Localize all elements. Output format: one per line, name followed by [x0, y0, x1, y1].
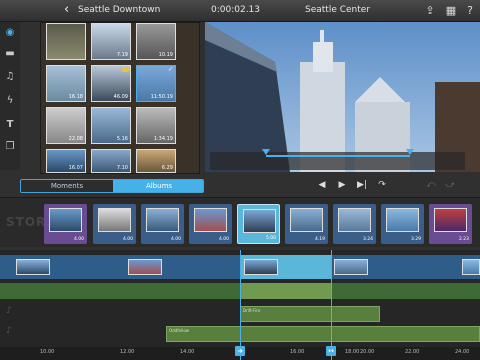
- previous-frame-button[interactable]: ◀: [316, 180, 328, 190]
- bluetooth-icon[interactable]: ◉: [3, 26, 17, 40]
- settings-icon[interactable]: ▦: [444, 4, 458, 18]
- media-thumb[interactable]: 5.16: [91, 107, 131, 144]
- preview-image: [205, 22, 480, 172]
- undo-button[interactable]: ⤺: [425, 180, 437, 190]
- lightning-icon[interactable]: ϟ: [3, 94, 17, 108]
- media-thumb[interactable]: 46.09: [91, 65, 131, 102]
- app: ‹ Seattle Downtown 0:00:02.13 Seattle Ce…: [0, 0, 480, 360]
- storyboard-clip[interactable]: 4.00: [189, 204, 232, 244]
- timecode: 0:00:02.13: [211, 5, 261, 15]
- audio-clip[interactable]: Oddfellow: [166, 326, 480, 342]
- audio-clip[interactable]: Drift-Fire: [240, 306, 380, 322]
- media-thumb[interactable]: 22.08: [46, 107, 86, 144]
- back-label[interactable]: Seattle Downtown: [78, 5, 160, 15]
- media-thumb[interactable]: 6.29: [136, 149, 176, 173]
- music-note-icon: ♪: [6, 326, 12, 336]
- music-note-icon: ♪: [6, 306, 12, 316]
- storyboard-clip[interactable]: 4.00: [44, 204, 87, 244]
- media-thumb[interactable]: 7.19: [91, 23, 131, 60]
- media-thumb[interactable]: [46, 23, 86, 60]
- storyboard-clip[interactable]: 4.00: [141, 204, 184, 244]
- playhead-handle[interactable]: ➜: [235, 346, 245, 356]
- trim-start-handle[interactable]: [262, 149, 270, 155]
- media-browser: 7.19 10.19 16.18 46.09 ✓ 11:50.19 22.08 5…: [40, 22, 200, 174]
- share-icon[interactable]: ⇪: [423, 4, 437, 18]
- playhead: [240, 250, 241, 360]
- trim-end-handle[interactable]: [406, 149, 414, 155]
- timeline: ♪ Drift-Fire ♪ Oddfellow 10.00 12.00 14.…: [0, 250, 480, 360]
- text-icon[interactable]: T: [3, 118, 17, 132]
- storyboard-clip[interactable]: 4.00: [93, 204, 136, 244]
- tool-strip: ◉ ▬ ♫ ϟ T ❐: [0, 22, 20, 170]
- media-thumb[interactable]: ✓ 11:50.19: [136, 65, 176, 102]
- split-button[interactable]: ↷: [376, 180, 388, 190]
- media-thumb[interactable]: 10.19: [136, 23, 176, 60]
- playhead-end: [331, 250, 332, 360]
- browser-tabs: Moments Albums: [20, 179, 204, 193]
- top-bar: ‹ Seattle Downtown 0:00:02.13 Seattle Ce…: [0, 0, 480, 22]
- folder-icon[interactable]: ▬: [3, 47, 17, 61]
- media-thumb[interactable]: 7.10: [91, 149, 131, 173]
- copy-icon[interactable]: ❐: [3, 140, 17, 154]
- project-title: Seattle Center: [305, 5, 371, 15]
- video-preview[interactable]: [205, 22, 480, 172]
- checkmark-icon: ✓: [167, 66, 173, 73]
- redo-button[interactable]: ⤻: [444, 180, 456, 190]
- next-frame-button[interactable]: ▶|: [356, 180, 368, 190]
- media-thumb[interactable]: 16.07: [46, 149, 86, 173]
- back-chevron-icon[interactable]: ‹: [64, 3, 69, 17]
- tab-albums[interactable]: Albums: [113, 180, 203, 192]
- range-handle[interactable]: ↔: [326, 346, 336, 356]
- storyboard-clip[interactable]: 3.24: [333, 204, 376, 244]
- media-thumb[interactable]: 16.18: [46, 65, 86, 102]
- tag-icon: [122, 67, 129, 72]
- tab-moments[interactable]: Moments: [21, 180, 113, 192]
- help-icon[interactable]: ?: [463, 4, 477, 18]
- storyboard-clip[interactable]: 3.29: [381, 204, 424, 244]
- music-icon[interactable]: ♫: [3, 70, 17, 84]
- storyboard-clip[interactable]: 2.23: [429, 204, 472, 244]
- scrubber[interactable]: [210, 149, 465, 170]
- trim-range: [262, 149, 414, 157]
- storyboard-clip-selected[interactable]: 5.00: [237, 204, 280, 244]
- storyboard-clip[interactable]: 4.19: [285, 204, 328, 244]
- storyboard: STORY 4.00 4.00 4.00 4.00 5.00 4.19 3.24…: [0, 197, 480, 247]
- media-thumb[interactable]: 1:34.19: [136, 107, 176, 144]
- play-button[interactable]: ▶: [336, 180, 348, 190]
